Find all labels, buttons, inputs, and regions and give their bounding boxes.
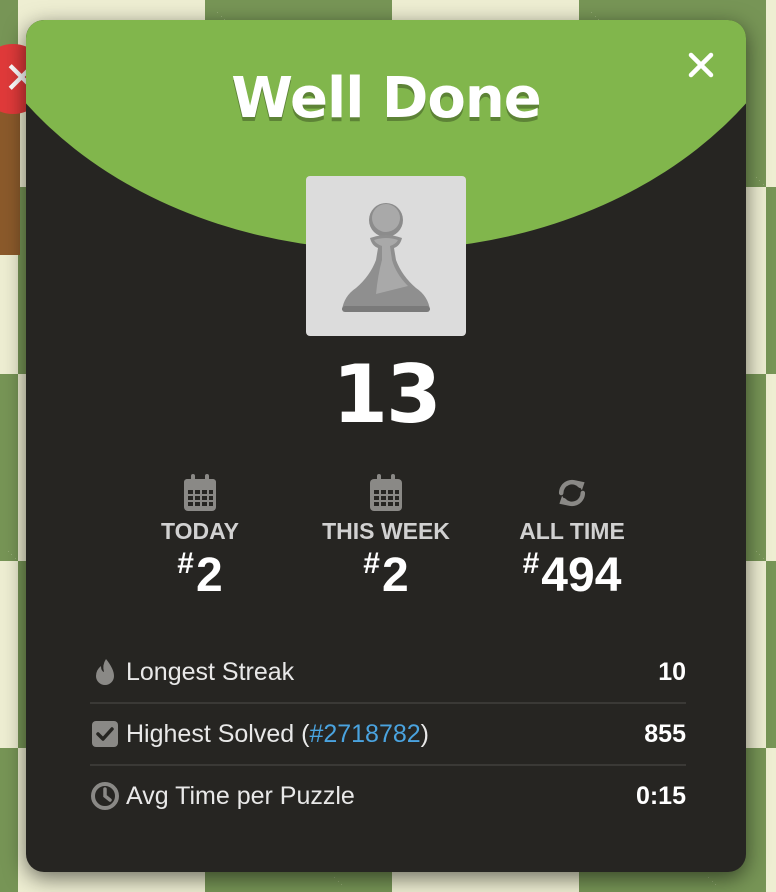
stat-label: Highest Solved (#2718782) bbox=[126, 719, 429, 748]
rank-label: TODAY bbox=[161, 518, 239, 544]
refresh-icon bbox=[558, 479, 586, 507]
rank-value: #494 bbox=[522, 547, 622, 602]
results-modal: Well Done 13 TODAY #2 THIS WEEK #2 ALL T… bbox=[26, 20, 746, 872]
stat-value: 10 bbox=[658, 657, 686, 686]
stat-value: 0:15 bbox=[635, 781, 686, 810]
rank-this-week: THIS WEEK #2 bbox=[296, 472, 476, 603]
stat-row-avg-time: Avg Time per Puzzle 0:15 bbox=[90, 766, 686, 826]
stat-value: 855 bbox=[644, 719, 686, 748]
rank-label: ALL TIME bbox=[519, 518, 625, 544]
stat-label: Longest Streak bbox=[126, 657, 295, 686]
pawn-icon bbox=[342, 203, 430, 312]
rank-today: TODAY #2 bbox=[110, 472, 290, 603]
clock-icon bbox=[91, 782, 119, 810]
calendar-icon bbox=[184, 474, 216, 511]
modal-title: Well Done bbox=[231, 66, 541, 131]
stats-list: Longest Streak 10 Highest Solved (#27187… bbox=[90, 642, 686, 826]
calendar-icon bbox=[370, 474, 402, 511]
stat-label: Avg Time per Puzzle bbox=[126, 781, 355, 810]
stat-row-highest-solved: Highest Solved (#2718782) 855 bbox=[90, 704, 686, 766]
flame-icon bbox=[96, 659, 114, 685]
rank-label: THIS WEEK bbox=[322, 518, 450, 544]
rank-value: #2 bbox=[363, 547, 409, 602]
rank-all-time: ALL TIME #494 bbox=[482, 472, 662, 603]
pawn-badge bbox=[306, 176, 466, 336]
puzzle-score: 13 bbox=[332, 348, 441, 441]
checkbox-icon bbox=[92, 721, 118, 747]
rank-value: #2 bbox=[177, 547, 223, 602]
stat-row-longest-streak: Longest Streak 10 bbox=[90, 642, 686, 704]
puzzle-link[interactable]: #2718782 bbox=[309, 720, 420, 748]
